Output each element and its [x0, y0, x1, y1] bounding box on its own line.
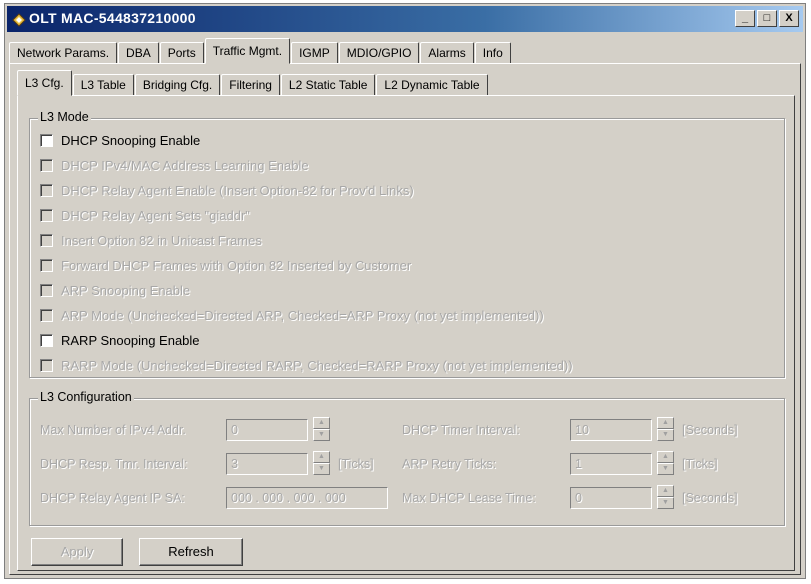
tab-dba[interactable]: DBA — [118, 42, 159, 64]
option82-unicast-checkbox[interactable]: Insert Option 82 in Unicast Frames — [40, 233, 262, 248]
tab-traffic-mgmt[interactable]: Traffic Mgmt. — [204, 38, 291, 64]
checkbox-label: ARP Mode (Unchecked=Directed ARP, Checke… — [61, 308, 544, 323]
max-ipv4-input[interactable]: 0 — [226, 419, 308, 441]
l3-mode-title: L3 Mode — [38, 110, 91, 124]
rarp-snooping-checkbox[interactable]: RARP Snooping Enable — [40, 333, 200, 348]
tab-bridging-cfg[interactable]: Bridging Cfg. — [134, 74, 221, 96]
lease-time-input[interactable]: 0 — [570, 487, 652, 509]
lease-time-spinner[interactable]: ▲ ▼ — [657, 485, 674, 511]
olt-window: OLT MAC-544837210000 _ □ X Network Param… — [4, 3, 806, 579]
checkbox-label: DHCP Snooping Enable — [61, 133, 201, 148]
close-button[interactable]: X — [779, 10, 799, 27]
apply-button[interactable]: Apply — [31, 538, 123, 566]
checkbox-label: RARP Mode (Unchecked=Directed RARP, Chec… — [61, 358, 573, 373]
arp-retry-unit: [Ticks] — [682, 457, 718, 471]
tab-l2-static-table[interactable]: L2 Static Table — [280, 74, 376, 96]
spin-up-icon[interactable]: ▲ — [657, 417, 674, 429]
spin-up-icon[interactable]: ▲ — [313, 417, 330, 429]
minimize-button[interactable]: _ — [735, 10, 755, 27]
rarp-mode-checkbox[interactable]: RARP Mode (Unchecked=Directed RARP, Chec… — [40, 358, 573, 373]
dhcp-relay-agent-checkbox[interactable]: DHCP Relay Agent Enable (Insert Option-8… — [40, 183, 414, 198]
arp-retry-spinner[interactable]: ▲ ▼ — [657, 451, 674, 477]
arp-retry-input[interactable]: 1 — [570, 453, 652, 475]
checkbox-box[interactable] — [40, 359, 53, 372]
dhcp-resp-input[interactable]: 3 — [226, 453, 308, 475]
spin-down-icon[interactable]: ▼ — [313, 463, 330, 475]
tab-igmp[interactable]: IGMP — [291, 42, 338, 64]
l3-configuration-title: L3 Configuration — [38, 390, 134, 404]
arp-mode-checkbox[interactable]: ARP Mode (Unchecked=Directed ARP, Checke… — [40, 308, 544, 323]
tab-filtering[interactable]: Filtering — [221, 74, 280, 96]
dhcp-ipv4-mac-learning-checkbox[interactable]: DHCP IPv4/MAC Address Learning Enable — [40, 158, 309, 173]
forward-dhcp-option82-checkbox[interactable]: Forward DHCP Frames with Option 82 Inser… — [40, 258, 411, 273]
spin-up-icon[interactable]: ▲ — [657, 485, 674, 497]
spin-up-icon[interactable]: ▲ — [657, 451, 674, 463]
checkbox-label: Forward DHCP Frames with Option 82 Inser… — [61, 258, 412, 273]
relay-ip-label: DHCP Relay Agent IP SA: — [40, 491, 185, 505]
dhcp-snooping-checkbox[interactable]: DHCP Snooping Enable — [40, 133, 200, 148]
sub-tab-bar: L3 Cfg. L3 Table Bridging Cfg. Filtering… — [17, 70, 489, 96]
tab-ports[interactable]: Ports — [159, 42, 204, 64]
checkbox-label: Insert Option 82 in Unicast Frames — [61, 233, 262, 248]
spin-down-icon[interactable]: ▼ — [657, 463, 674, 475]
tab-network-params[interactable]: Network Params. — [9, 42, 118, 64]
checkbox-label: ARP Snooping Enable — [61, 283, 191, 298]
checkbox-box[interactable] — [40, 234, 53, 247]
lease-time-label: Max DHCP Lease Time: — [402, 491, 536, 505]
max-ipv4-label: Max Number of IPv4 Addr. — [40, 423, 186, 437]
checkbox-box[interactable] — [40, 159, 53, 172]
checkbox-label: RARP Snooping Enable — [61, 333, 200, 348]
timer-interval-unit: [Seconds] — [682, 423, 738, 437]
title-bar: OLT MAC-544837210000 _ □ X — [7, 6, 803, 32]
dhcp-resp-label: DHCP Resp. Tmr. Interval: — [40, 457, 188, 471]
checkbox-box[interactable] — [40, 259, 53, 272]
spin-down-icon[interactable]: ▼ — [657, 429, 674, 441]
refresh-button[interactable]: Refresh — [139, 538, 243, 566]
spin-down-icon[interactable]: ▼ — [313, 429, 330, 441]
timer-interval-input[interactable]: 10 — [570, 419, 652, 441]
tab-alarms[interactable]: Alarms — [420, 42, 474, 64]
tab-info[interactable]: Info — [474, 42, 511, 64]
tab-l3-cfg[interactable]: L3 Cfg. — [17, 70, 72, 96]
checkbox-box[interactable] — [40, 284, 53, 297]
max-ipv4-spinner[interactable]: ▲ ▼ — [313, 417, 330, 443]
spin-up-icon[interactable]: ▲ — [313, 451, 330, 463]
l3-mode-group: L3 Mode DHCP Snooping Enable DHCP IPv4/M… — [29, 110, 785, 378]
checkbox-label: DHCP IPv4/MAC Address Learning Enable — [61, 158, 309, 173]
tab-l3-table[interactable]: L3 Table — [72, 74, 134, 96]
relay-giaddr-checkbox[interactable]: DHCP Relay Agent Sets "giaddr" — [40, 208, 250, 223]
checkbox-box[interactable] — [40, 134, 53, 147]
tab-mdio-gpio[interactable]: MDIO/GPIO — [338, 42, 420, 64]
checkbox-box[interactable] — [40, 309, 53, 322]
checkbox-box[interactable] — [40, 184, 53, 197]
checkbox-label: DHCP Relay Agent Sets "giaddr" — [61, 208, 250, 223]
window-title: OLT MAC-544837210000 — [29, 10, 196, 26]
arp-snooping-checkbox[interactable]: ARP Snooping Enable — [40, 283, 190, 298]
lease-time-unit: [Seconds] — [682, 491, 738, 505]
app-icon — [12, 13, 26, 27]
tab-l2-dynamic-table[interactable]: L2 Dynamic Table — [376, 74, 488, 96]
timer-interval-spinner[interactable]: ▲ ▼ — [657, 417, 674, 443]
dhcp-resp-spinner[interactable]: ▲ ▼ — [313, 451, 330, 477]
restore-button[interactable]: □ — [757, 10, 777, 27]
l3-configuration-group: L3 Configuration Max Number of IPv4 Addr… — [29, 390, 785, 526]
checkbox-label: DHCP Relay Agent Enable (Insert Option-8… — [61, 183, 414, 198]
main-tab-bar: Network Params. DBA Ports Traffic Mgmt. … — [9, 38, 512, 64]
relay-ip-input[interactable]: 000 . 000 . 000 . 000 — [226, 487, 388, 509]
checkbox-box[interactable] — [40, 334, 53, 347]
checkbox-box[interactable] — [40, 209, 53, 222]
spin-down-icon[interactable]: ▼ — [657, 497, 674, 509]
timer-interval-label: DHCP Timer Interval: — [402, 423, 520, 437]
dhcp-resp-unit: [Ticks] — [338, 457, 374, 471]
arp-retry-label: ARP Retry Ticks: — [402, 457, 497, 471]
